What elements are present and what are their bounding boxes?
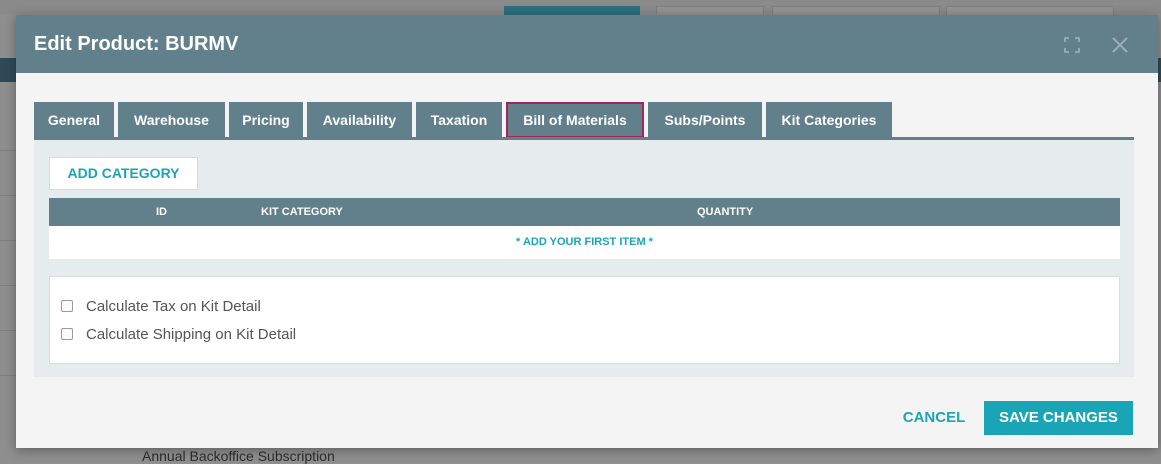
option-calc-shipping: Calculate Shipping on Kit Detail: [61, 325, 296, 343]
modal-header: Edit Product: BURMV: [16, 15, 1158, 73]
bill-of-materials-panel: ADD CATEGORY ID KIT CATEGORY QUANTITY * …: [34, 137, 1134, 377]
calc-tax-label[interactable]: Calculate Tax on Kit Detail: [86, 298, 261, 315]
tab-warehouse[interactable]: Warehouse: [118, 102, 225, 138]
column-header-kit-category[interactable]: KIT CATEGORY: [261, 198, 343, 226]
save-changes-button[interactable]: SAVE CHANGES: [984, 401, 1133, 435]
option-calc-tax: Calculate Tax on Kit Detail: [61, 297, 261, 315]
modal-title: Edit Product: BURMV: [34, 33, 239, 55]
tab-bill-of-materials[interactable]: Bill of Materials: [506, 102, 644, 138]
edit-product-modal: Edit Product: BURMV General Warehouse Pr…: [16, 15, 1158, 448]
table-header: ID KIT CATEGORY QUANTITY: [49, 198, 1120, 226]
column-header-quantity[interactable]: QUANTITY: [697, 198, 753, 226]
tab-pricing[interactable]: Pricing: [229, 102, 303, 138]
tab-availability[interactable]: Availability: [307, 102, 412, 138]
close-icon[interactable]: [1110, 35, 1130, 55]
cancel-button[interactable]: CANCEL: [899, 406, 969, 430]
calc-tax-checkbox[interactable]: [61, 300, 73, 312]
calc-shipping-checkbox[interactable]: [61, 328, 73, 340]
expand-icon[interactable]: [1062, 35, 1082, 55]
tab-kit-categories[interactable]: Kit Categories: [766, 102, 892, 138]
kit-category-table: ID KIT CATEGORY QUANTITY * ADD YOUR FIRS…: [49, 198, 1120, 259]
tab-taxation[interactable]: Taxation: [416, 102, 502, 138]
tab-subs-points[interactable]: Subs/Points: [648, 102, 762, 138]
calc-shipping-label[interactable]: Calculate Shipping on Kit Detail: [86, 326, 296, 343]
column-header-id[interactable]: ID: [156, 198, 167, 226]
tab-general[interactable]: General: [34, 102, 114, 138]
add-first-item-link[interactable]: * ADD YOUR FIRST ITEM *: [49, 226, 1120, 259]
kit-options: Calculate Tax on Kit Detail Calculate Sh…: [49, 276, 1120, 364]
add-category-button[interactable]: ADD CATEGORY: [49, 157, 198, 190]
